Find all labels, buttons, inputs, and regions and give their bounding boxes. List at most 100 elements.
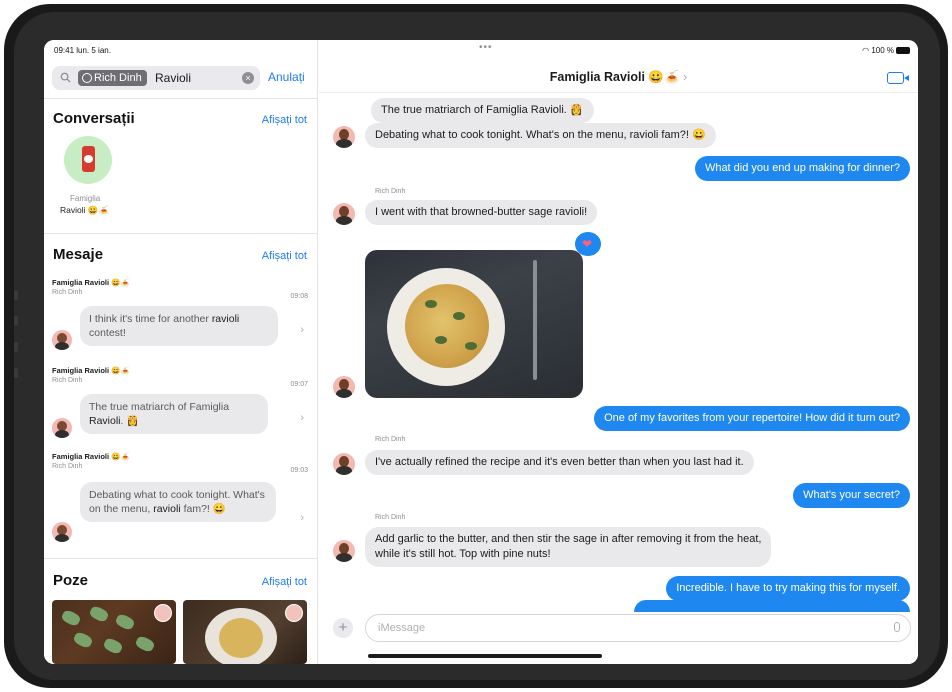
result-sender: Rich Dinh (52, 463, 83, 470)
search-input[interactable]: Rich Dinh Ravioli × (52, 66, 260, 90)
ravioli-shape (102, 636, 124, 656)
message-result[interactable]: Famiglia Ravioli 😀🍝 Rich Dinh 09:08 I th… (52, 278, 310, 358)
chevron-right-icon: › (300, 324, 304, 336)
wifi-icon: ◠ (862, 46, 872, 55)
divider (44, 233, 318, 234)
message-line: Add garlic to the butter, and then stir … (375, 533, 762, 545)
result-time: 09:08 (290, 293, 308, 300)
ravioli-shape (60, 608, 82, 628)
message-bubble-outgoing: What's your secret? (793, 483, 910, 508)
message-bubble-outgoing: Incredible. I have to try making this fo… (666, 576, 910, 601)
photo-thumbnail[interactable] (52, 600, 176, 664)
screen: 09:41 lun. 5 ian. Rich Dinh Ravioli × An… (44, 40, 918, 664)
result-group-name: Famiglia Ravioli 😀🍝 (52, 452, 130, 461)
tomato-can-icon (82, 146, 95, 172)
message-bubble-incoming: Add garlic to the butter, and then stir … (365, 527, 772, 567)
result-text: The true matriarch of Famiglia (89, 401, 230, 413)
search-sidebar: 09:41 lun. 5 ian. Rich Dinh Ravioli × An… (44, 40, 318, 664)
chevron-right-icon: › (300, 512, 304, 524)
group-avatar[interactable] (64, 136, 112, 184)
avatar (52, 522, 72, 542)
sender-badge (285, 604, 303, 622)
chevron-right-icon: › (683, 70, 688, 84)
battery-icon (896, 47, 910, 54)
multitasking-dots[interactable]: ••• (479, 42, 493, 53)
plus-icon[interactable]: + (333, 618, 353, 638)
message-result[interactable]: Famiglia Ravioli 😀🍝 Rich Dinh 09:03 Deba… (52, 452, 310, 548)
clear-icon[interactable]: × (242, 72, 254, 84)
tapback-badge[interactable]: ❤ (575, 232, 601, 256)
avatar (52, 418, 72, 438)
result-bubble: Debating what to cook tonight. What's on… (80, 482, 276, 522)
sage-shape (453, 312, 465, 320)
result-text: fam?! 😀 (180, 503, 226, 515)
group-name-line1: Famiglia (70, 194, 101, 203)
result-text: . 👸 (120, 415, 140, 427)
status-time-date: 09:41 lun. 5 ian. (54, 46, 111, 55)
search-query: Ravioli (155, 71, 192, 85)
token-label: Rich Dinh (94, 72, 142, 84)
conversation-title[interactable]: Famiglia Ravioli 😀🍝 › (319, 70, 918, 85)
food-shape (219, 618, 263, 658)
conversations-title: Conversații (53, 110, 135, 127)
message-bubble-outgoing: What did you end up making for dinner? (694, 156, 910, 181)
sage-shape (435, 336, 447, 344)
image-attachment[interactable] (365, 250, 583, 398)
result-keyword: ravioli (211, 313, 240, 325)
avatar (333, 453, 355, 475)
video-icon[interactable] (887, 72, 909, 84)
sender-name: Rich Dinh (375, 188, 406, 195)
conversation-title-text: Famiglia Ravioli 😀🍝 (549, 70, 680, 84)
result-bubble: I think it's time for another ravioli co… (80, 306, 278, 346)
conversations-see-all-link[interactable]: Afișați tot (262, 114, 307, 126)
sender-badge (154, 604, 172, 622)
message-bubble-outgoing-partial (634, 600, 910, 612)
ravioli-shape (114, 612, 136, 632)
photos-see-all-link[interactable]: Afișați tot (262, 576, 307, 588)
device-side-buttons (14, 290, 20, 410)
ravioli-shape (72, 630, 94, 650)
avatar (333, 203, 355, 225)
result-time: 09:03 (290, 467, 308, 474)
result-time: 09:07 (290, 381, 308, 388)
chevron-right-icon: › (300, 412, 304, 424)
search-row: Rich Dinh Ravioli × Anulați (52, 66, 310, 90)
avatar (333, 540, 355, 562)
conversation-pane: ••• ◠ 100 % Famiglia Ravioli 😀🍝 › The tr… (319, 40, 918, 664)
sage-shape (465, 342, 477, 350)
result-keyword: Ravioli (89, 415, 121, 427)
result-group-name: Famiglia Ravioli 😀🍝 (52, 366, 130, 375)
messages-see-all-link[interactable]: Afișați tot (262, 250, 307, 262)
status-battery: ◠ 100 % (862, 46, 910, 55)
photo-thumbnail[interactable] (183, 600, 307, 664)
compose-bar: + (319, 612, 918, 664)
message-bubble-incoming: I went with that browned-butter sage rav… (365, 200, 598, 225)
cancel-button[interactable]: Anulați (268, 70, 305, 84)
sender-name: Rich Dinh (375, 514, 406, 521)
result-keyword: ravioli (153, 503, 181, 515)
search-contact-token[interactable]: Rich Dinh (78, 70, 147, 86)
ravioli-shape (405, 284, 489, 368)
message-bubble-incoming: The true matriarch of Famiglia Ravioli. … (371, 98, 594, 123)
result-text: I think it's time for another (89, 313, 212, 325)
fork-shape (533, 260, 537, 380)
heart-icon: ❤ (582, 237, 593, 251)
avatar (333, 126, 355, 148)
battery-text: 100 % (871, 46, 894, 55)
message-input[interactable] (365, 614, 911, 642)
messages-title: Mesaje (53, 246, 104, 263)
header-divider (319, 92, 918, 93)
message-line: while it's still hot. Top with pine nuts… (375, 548, 551, 560)
person-icon (82, 73, 92, 83)
ravioli-shape (134, 634, 156, 654)
avatar (52, 330, 72, 350)
message-result[interactable]: Famiglia Ravioli 😀🍝 Rich Dinh 09:07 The … (52, 366, 310, 446)
result-text: contest! (89, 327, 126, 339)
mic-icon[interactable] (894, 622, 900, 632)
avatar (333, 376, 355, 398)
ravioli-shape (88, 604, 110, 624)
message-bubble-outgoing: One of my favorites from your repertoire… (594, 406, 910, 431)
sender-name: Rich Dinh (375, 436, 406, 443)
result-sender: Rich Dinh (52, 377, 83, 384)
result-group-name: Famiglia Ravioli 😀🍝 (52, 278, 130, 287)
